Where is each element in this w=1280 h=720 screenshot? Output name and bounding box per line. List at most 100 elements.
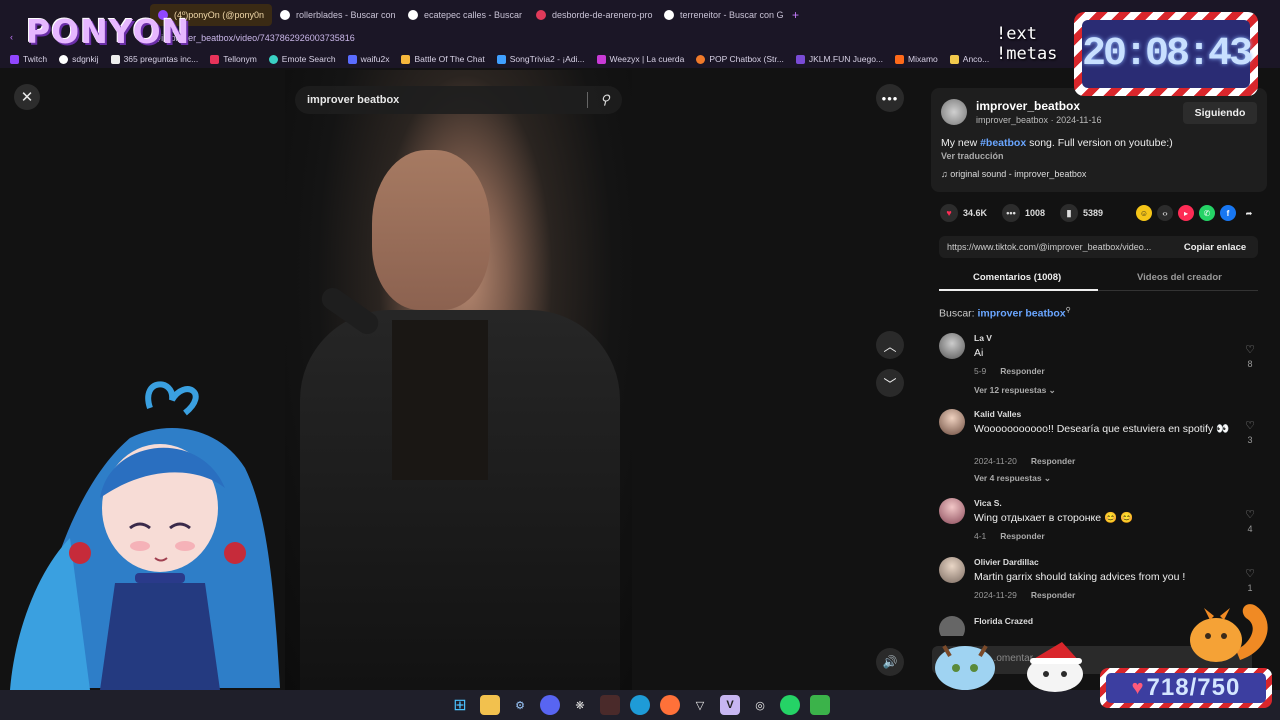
- avatar[interactable]: [939, 498, 965, 524]
- volume-button[interactable]: 🔊: [876, 648, 904, 676]
- edge-icon[interactable]: [630, 695, 650, 715]
- bookmark-battle-of-the-chat[interactable]: Battle Of The Chat: [401, 54, 485, 64]
- author-name[interactable]: improver_beatbox: [976, 99, 1080, 113]
- share-arrow-icon[interactable]: ➦: [1241, 205, 1257, 221]
- close-button[interactable]: ✕: [14, 84, 40, 110]
- reply-button[interactable]: Responder: [1000, 366, 1044, 376]
- back-arrow-icon[interactable]: ‹: [10, 32, 13, 42]
- bookmark-jklm[interactable]: JKLM.FUN Juego...: [795, 54, 883, 64]
- stream-clock: 20:08:43: [1082, 20, 1253, 88]
- more-options-button[interactable]: •••: [876, 84, 904, 112]
- tab-rollerblades[interactable]: rollerblades - Buscar con: [272, 4, 400, 26]
- post-caption: My new #beatbox song. Full version on yo…: [941, 137, 1173, 149]
- comment-author[interactable]: Kalid Valles: [974, 409, 1021, 419]
- embed-icon[interactable]: ‹›: [1157, 205, 1173, 221]
- bookmark-twitch[interactable]: Twitch: [10, 54, 47, 64]
- avatar[interactable]: [939, 557, 965, 583]
- media-app-icon[interactable]: [600, 695, 620, 715]
- comment-author[interactable]: Vica S.: [974, 498, 1002, 508]
- recording-app-icon[interactable]: ◎: [750, 695, 770, 715]
- avatar[interactable]: [939, 616, 965, 636]
- comment-item: La V Ai 5-9 Responder Ver 12 respuestas ⌄…: [939, 333, 1259, 395]
- video-link-text: https://www.tiktok.com/@improver_beatbox…: [947, 242, 1152, 252]
- copy-link-button[interactable]: Copiar enlace: [1172, 242, 1258, 253]
- google-favicon-icon: [407, 10, 418, 20]
- bookmark-emote-search[interactable]: Emote Search: [268, 54, 336, 64]
- bookmark-weezyx[interactable]: Weezyx | La cuerda: [596, 54, 684, 64]
- songtrivia-icon: [496, 54, 506, 64]
- tab-comments[interactable]: Comentarios (1008): [973, 272, 1061, 283]
- comment-icon: •••: [1002, 204, 1020, 222]
- steam-icon[interactable]: ⚙: [510, 695, 530, 715]
- bookmark-pop-chatbox[interactable]: POP Chatbox (Str...: [696, 54, 784, 64]
- comment-button[interactable]: ••• 1008: [1002, 204, 1045, 222]
- comment-like-button[interactable]: ♡ 1: [1245, 567, 1255, 593]
- comment-author[interactable]: Olivier Dardillac: [974, 557, 1039, 567]
- bookmark-sdgnkij[interactable]: sdgnkij: [59, 54, 99, 64]
- previous-video-button[interactable]: ︿: [876, 331, 904, 359]
- comment-author[interactable]: Florida Crazed: [974, 616, 1033, 626]
- video-figure-head: [372, 150, 490, 310]
- file-explorer-icon[interactable]: [480, 695, 500, 715]
- vs-icon[interactable]: V: [720, 695, 740, 715]
- whatsapp-icon[interactable]: ✆: [1199, 205, 1215, 221]
- reply-button[interactable]: Responder: [1031, 590, 1075, 600]
- vtuber-avatar: [10, 381, 280, 690]
- comment-like-button[interactable]: ♡ 3: [1245, 419, 1255, 445]
- heart-icon: ♥: [1131, 676, 1145, 699]
- comment-item: Vica S. Wing отдыхает в сторонке 😊 😊 4-1…: [939, 498, 1259, 548]
- view-replies-button[interactable]: Ver 12 respuestas ⌄: [974, 385, 1056, 396]
- weezyx-icon: [596, 54, 606, 64]
- tab-desborde[interactable]: desborde-de-arenero-pro: [528, 4, 656, 26]
- heart-icon: ♥: [940, 204, 958, 222]
- bookmark-anco[interactable]: Anco...: [949, 54, 989, 64]
- tab-ecatepec[interactable]: ecatepec calles - Buscar: [400, 4, 528, 26]
- app-v-icon[interactable]: ▽: [690, 695, 710, 715]
- discord-icon[interactable]: [540, 695, 560, 715]
- bookmark-songtrivia[interactable]: SongTrivia2 - ¡Adi...: [496, 54, 585, 64]
- hashtag-link[interactable]: #beatbox: [980, 137, 1026, 149]
- comment-meta: 5-9 Responder: [974, 366, 1045, 376]
- search-icon[interactable]: ⚲: [588, 92, 622, 108]
- chat-app-icon[interactable]: [810, 695, 830, 715]
- openai-icon[interactable]: ❋: [570, 695, 590, 715]
- chat-commands: !ext !metas: [996, 24, 1058, 64]
- like-button[interactable]: ♥ 34.6K: [940, 204, 987, 222]
- bookmark-icon: ▮: [1060, 204, 1078, 222]
- avatar[interactable]: [939, 409, 965, 435]
- send-icon[interactable]: ▸: [1178, 205, 1194, 221]
- following-button[interactable]: Siguiendo: [1183, 102, 1257, 124]
- windows-start-icon[interactable]: ⊞: [450, 695, 470, 715]
- view-replies-button[interactable]: Ver 4 respuestas ⌄: [974, 473, 1051, 484]
- author-avatar[interactable]: [941, 99, 967, 125]
- sound-link[interactable]: ♫ original sound - improver_beatbox: [941, 169, 1086, 179]
- avatar[interactable]: [939, 333, 965, 359]
- bookmark-mixamo[interactable]: Mixamo: [895, 54, 938, 64]
- tab-creator-videos[interactable]: Videos del creador: [1137, 272, 1222, 283]
- tab-terreneitor[interactable]: terreneitor - Buscar con G: [656, 4, 784, 26]
- whatsapp-taskbar-icon[interactable]: [780, 695, 800, 715]
- bookmark-waifu2x[interactable]: waifu2x: [347, 54, 389, 64]
- chevron-down-icon: ﹀: [883, 376, 897, 392]
- firefox-icon[interactable]: [660, 695, 680, 715]
- new-tab-button[interactable]: +: [784, 4, 807, 26]
- facebook-icon[interactable]: f: [1220, 205, 1236, 221]
- next-video-button[interactable]: ﹀: [876, 369, 904, 397]
- save-button[interactable]: ▮ 5389: [1060, 204, 1103, 222]
- bookmark-365-preguntas[interactable]: 365 preguntas inc...: [110, 54, 198, 64]
- video-search-text: improver beatbox: [307, 94, 400, 106]
- comment-like-button[interactable]: ♡ 8: [1245, 343, 1255, 369]
- comment-author[interactable]: La V: [974, 333, 992, 343]
- share-emoji-icon[interactable]: ☺: [1136, 205, 1152, 221]
- video-search-bar[interactable]: improver beatbox ⚲: [295, 86, 622, 114]
- chibi-squirrel-sticker: [1190, 604, 1268, 662]
- screen: { "browser": { "tabs": [ {"label": "(4º)…: [0, 0, 1280, 720]
- heart-outline-icon: ♡: [1245, 344, 1255, 356]
- bookmark-tellonym[interactable]: Tellonym: [210, 54, 257, 64]
- reply-button[interactable]: Responder: [1000, 531, 1044, 541]
- see-translation-link[interactable]: Ver traducción: [941, 151, 1004, 161]
- author-meta: improver_beatbox · 2024-11-16: [976, 115, 1102, 125]
- reply-button[interactable]: Responder: [1031, 456, 1075, 466]
- search-suggestion[interactable]: Buscar: improver beatbox⚲: [939, 306, 1071, 320]
- comment-like-button[interactable]: ♡ 4: [1245, 508, 1255, 534]
